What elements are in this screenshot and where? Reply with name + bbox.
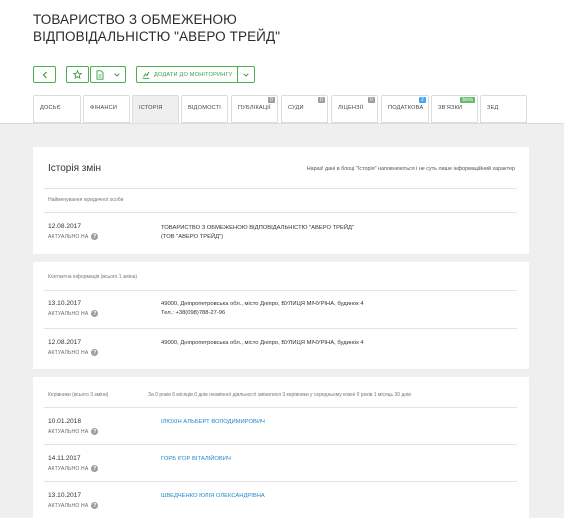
help-icon[interactable]: ? [91,349,99,356]
tab-label: СУДИ [288,105,304,111]
value-line: ТОВАРИСТВО З ОБМЕЖЕНОЮ ВІДПОВІДАЛЬНІСТЮ … [161,225,355,231]
history-date: 14.11.2017 [48,455,81,462]
history-date: 12.08.2017 [48,223,82,230]
tab-info[interactable]: ВІДОМОСТІ [181,95,228,123]
history-date: 13.10.2017 [48,300,82,307]
tab-dosie[interactable]: ДОСЬЄ [33,95,81,123]
tab-zed[interactable]: ЗЕД [480,95,527,123]
divider [44,328,517,329]
back-button[interactable] [33,66,56,83]
section-label: Керівники (всього 3 зміни) [48,392,109,398]
divider [44,407,517,408]
status-text: АКТУАЛЬНО НА [48,465,89,472]
tab-label: ПУБЛІКАЦІЇ [238,105,271,111]
contact-value: 49000, Дніпропетровська обл., місто Дніп… [161,339,364,348]
status-label: АКТУАЛЬНО НА? [48,465,99,472]
value-line: 49000, Дніпропетровська обл., місто Дніп… [161,301,364,307]
tab-courts[interactable]: СУДИ 0 [281,95,328,123]
count-badge: 0 [318,97,325,103]
divider [44,212,517,213]
status-text: АКТУАЛЬНО НА [48,428,89,435]
info-note: Нараз! дані в блоці "Історія" наповнюють… [306,166,515,172]
manager-link[interactable]: ІЛЮХІН АЛЬБЕРТ ВОЛОДИМИРОВИЧ [161,418,265,427]
document-icon [96,69,104,80]
manager-link[interactable]: ШВЕДЧЕНКО ЮЛІЯ ОЛЕКСАНДРІВНА [161,492,265,501]
document-menu-button[interactable] [90,66,126,83]
history-date: 10.01.2018 [48,418,82,425]
count-badge: 2 [419,97,426,103]
tab-label: ДОСЬЄ [40,105,61,111]
section-label: Контактна інформація (всього 1 зміна) [48,274,138,280]
status-label: АКТУАЛЬНО НА? [48,502,99,509]
tab-label: ВІДОМОСТІ [188,105,222,111]
managers-summary: За 0 років 6 місяців 0 днів незмінної ді… [148,392,411,398]
favorite-button[interactable] [66,66,89,83]
manager-link[interactable]: ГОРБ ІГОР ВІТАЛІЙОВИЧ [161,455,231,464]
monitoring-icon [142,71,150,79]
tab-connections[interactable]: ЗВ'ЯЗКИ beta [431,95,478,123]
add-to-monitoring-button[interactable]: ДОДАТИ ДО МОНІТОРИНГУ [136,66,253,83]
contacts-card: Контактна інформація (всього 1 зміна) 13… [33,262,529,369]
status-text: АКТУАЛЬНО НА [48,349,89,356]
beta-badge: beta [460,97,475,103]
section-title: Історія змін [48,163,101,174]
history-date: 12.08.2017 [48,339,82,346]
status-label: АКТУАЛЬНО НА? [48,233,99,240]
divider [44,481,517,482]
help-icon[interactable]: ? [91,310,99,317]
tab-label: ЗЕД [487,105,499,111]
tab-tax[interactable]: ПОДАТКОВА 2 [381,95,429,123]
managers-card: Керівники (всього 3 зміни) За 0 років 6 … [33,377,529,518]
divider [44,444,517,445]
value-line: (ТОВ "АВЕРО ТРЕЙД") [161,234,224,240]
status-text: АКТУАЛЬНО НА [48,502,89,509]
status-label: АКТУАЛЬНО НА? [48,428,99,435]
status-text: АКТУАЛЬНО НА [48,233,89,240]
divider [44,188,517,189]
tab-label: ІСТОРІЯ [139,105,163,111]
monitoring-dropdown-button[interactable] [237,66,255,83]
tab-history[interactable]: ІСТОРІЯ [132,95,179,123]
tab-finance[interactable]: ФІНАНСИ [83,95,130,123]
add-to-monitoring-label: ДОДАТИ ДО МОНІТОРИНГУ [154,71,233,78]
status-text: АКТУАЛЬНО НА [48,310,89,317]
tab-licenses[interactable]: ЛІЦЕНЗІЇ 0 [331,95,378,123]
history-date: 13.10.2017 [48,492,82,499]
value-line: 49000, Дніпропетровська обл., місто Дніп… [161,340,364,346]
tab-label: ПОДАТКОВА [388,105,424,111]
history-card: Історія змін Нараз! дані в блоці "Історі… [33,147,529,254]
help-icon[interactable]: ? [91,233,99,240]
company-title: ТОВАРИСТВО З ОБМЕЖЕНОЮ ВІДПОВІДАЛЬНІСТЮ … [33,12,281,44]
divider [44,290,517,291]
count-badge: 0 [268,97,275,103]
help-icon[interactable]: ? [91,502,99,509]
help-icon[interactable]: ? [91,428,99,435]
contact-value: 49000, Дніпропетровська обл., місто Дніп… [161,300,364,318]
help-icon[interactable]: ? [91,465,99,472]
star-icon [73,70,82,79]
tab-label: ФІНАНСИ [90,105,118,111]
section-label: Найменування юридичної особи [48,197,124,203]
status-label: АКТУАЛЬНО НА? [48,349,99,356]
tab-label: ЗВ'ЯЗКИ [438,105,463,111]
chevron-down-icon [114,72,120,77]
value-line: Тел.: +38(098)788-27-96 [161,310,226,316]
count-badge: 0 [368,97,375,103]
chevron-down-icon [243,72,249,77]
status-label: АКТУАЛЬНО НА? [48,310,99,317]
company-name-value: ТОВАРИСТВО З ОБМЕЖЕНОЮ ВІДПОВІДАЛЬНІСТЮ … [161,224,354,242]
chevron-left-icon [42,71,47,78]
tab-publications[interactable]: ПУБЛІКАЦІЇ 0 [231,95,278,123]
tab-label: ЛІЦЕНЗІЇ [338,105,364,111]
